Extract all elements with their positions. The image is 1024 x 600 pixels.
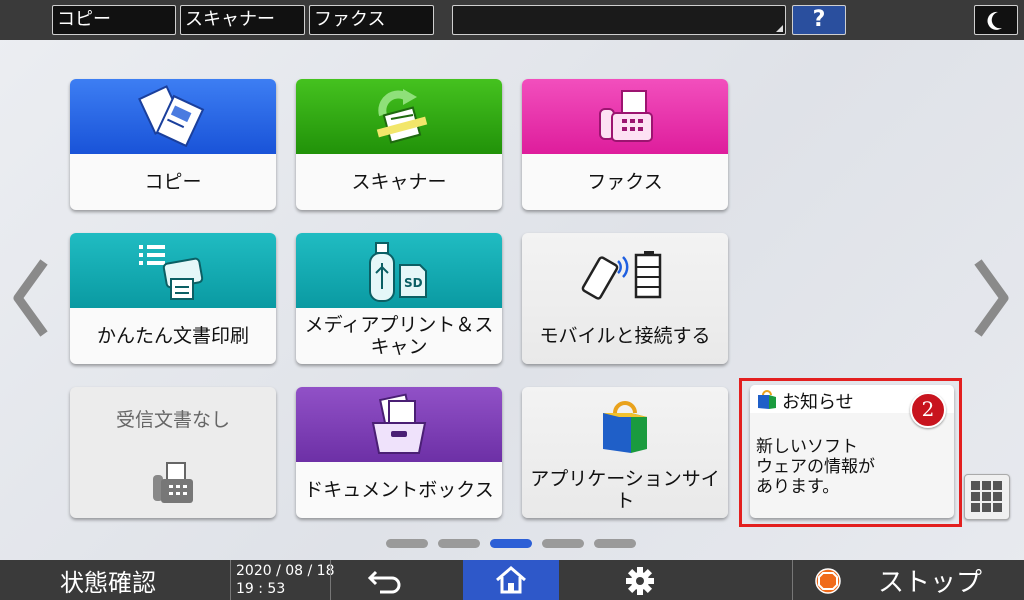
message-box[interactable] bbox=[452, 5, 786, 35]
tile-label: ファクス bbox=[587, 171, 663, 193]
tile-received-documents[interactable]: 受信文書なし bbox=[70, 387, 276, 518]
resize-corner-icon bbox=[776, 25, 783, 32]
energy-saver-button[interactable] bbox=[974, 5, 1018, 35]
tile-label: モバイルと接続する bbox=[539, 325, 711, 347]
tile-copy[interactable]: コピー bbox=[70, 79, 276, 210]
next-page-arrow-icon[interactable] bbox=[972, 258, 1012, 338]
notice-title: お知らせ bbox=[782, 392, 854, 413]
fax-small-icon bbox=[153, 462, 193, 503]
stop-button[interactable]: ストップ bbox=[878, 562, 982, 599]
divider bbox=[792, 560, 793, 600]
tab-scanner[interactable]: スキャナー bbox=[180, 5, 305, 35]
page-dot-active[interactable] bbox=[490, 539, 532, 548]
tab-copy[interactable]: コピー bbox=[52, 5, 176, 35]
back-arrow-icon[interactable] bbox=[366, 566, 406, 594]
gear-icon[interactable] bbox=[624, 565, 656, 597]
shopping-bag-icon bbox=[758, 390, 776, 409]
home-button[interactable] bbox=[463, 560, 559, 600]
notice-line: ウェアの情報が bbox=[756, 457, 875, 477]
grid-icon bbox=[971, 481, 1002, 512]
app-list-button[interactable] bbox=[964, 474, 1010, 520]
notice-line: 新しいソフト bbox=[756, 437, 858, 457]
tile-label: アプリケーションサイト bbox=[530, 468, 720, 512]
shopping-bag-icon bbox=[603, 401, 647, 453]
media-icon: SD bbox=[369, 242, 427, 302]
scanner-icon bbox=[376, 89, 428, 144]
page-dot[interactable] bbox=[438, 539, 480, 548]
fax-icon bbox=[599, 90, 653, 142]
tile-quick-print[interactable]: かんたん文書印刷 bbox=[70, 233, 276, 364]
tile-application-site[interactable]: アプリケーションサイト bbox=[522, 387, 728, 518]
status-check-button[interactable]: 状態確認 bbox=[60, 563, 156, 598]
bottom-bar: 状態確認 2020 / 08 / 18 19 : 53 ストップ bbox=[0, 560, 1024, 600]
tile-label: ドキュメントボックス bbox=[304, 479, 494, 501]
moon-icon bbox=[987, 11, 1002, 30]
tile-label: メディアプリント＆スキャン bbox=[304, 314, 494, 358]
time-text: 19 : 53 bbox=[236, 581, 286, 597]
tile-media-print-scan[interactable]: SD メディアプリント＆スキャン bbox=[296, 233, 502, 364]
home-icon bbox=[496, 566, 526, 594]
notification-count-badge: 2 bbox=[910, 392, 946, 428]
tile-scanner[interactable]: スキャナー bbox=[296, 79, 502, 210]
svg-text:SD: SD bbox=[404, 276, 423, 290]
document-box-icon bbox=[371, 393, 427, 454]
previous-page-arrow-icon[interactable] bbox=[10, 258, 50, 338]
tile-label: かんたん文書印刷 bbox=[96, 325, 249, 347]
date-time: 2020 / 08 / 18 19 : 53 bbox=[236, 562, 335, 598]
divider bbox=[330, 560, 331, 600]
printer-icon bbox=[139, 245, 204, 300]
tile-label: スキャナー bbox=[351, 171, 447, 193]
notice-message: 新しいソフト ウェアの情報が あります。 bbox=[756, 437, 875, 497]
stop-icon[interactable] bbox=[814, 567, 842, 595]
page-dot[interactable] bbox=[542, 539, 584, 548]
page-dot[interactable] bbox=[386, 539, 428, 548]
tile-label: 受信文書なし bbox=[115, 409, 230, 431]
tile-mobile-connect[interactable]: モバイルと接続する bbox=[522, 233, 728, 364]
tab-fax[interactable]: ファクス bbox=[309, 5, 434, 35]
divider bbox=[230, 560, 231, 600]
tile-label: コピー bbox=[144, 171, 202, 193]
copy-icon bbox=[138, 85, 205, 147]
help-button[interactable]: ? bbox=[792, 5, 846, 35]
page-dot[interactable] bbox=[594, 539, 636, 548]
tile-fax[interactable]: ファクス bbox=[522, 79, 728, 210]
date-text: 2020 / 08 / 18 bbox=[236, 563, 335, 579]
tile-document-box[interactable]: ドキュメントボックス bbox=[296, 387, 502, 518]
mobile-connect-icon bbox=[581, 251, 662, 300]
top-bar: コピー スキャナー ファクス ? bbox=[0, 0, 1024, 40]
notice-line: あります。 bbox=[756, 477, 840, 497]
